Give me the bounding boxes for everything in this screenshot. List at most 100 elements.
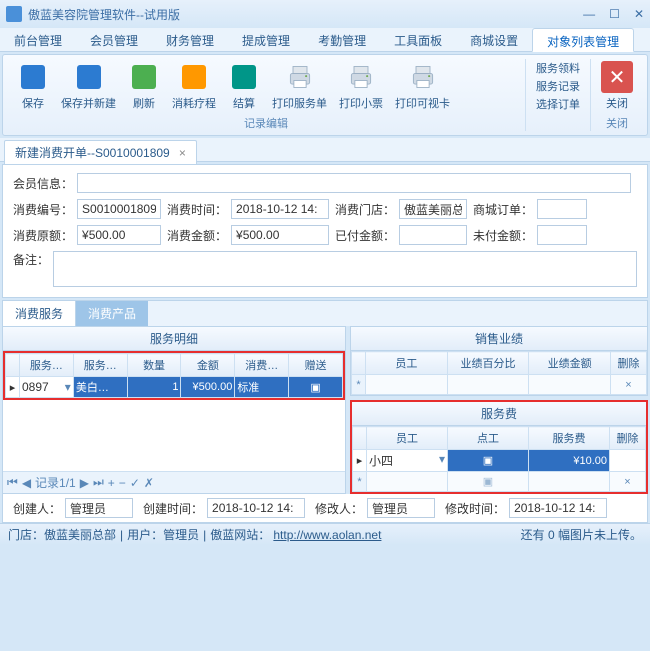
code-input[interactable] [77, 199, 161, 219]
ribbon-btn-6[interactable]: 打印小票 [333, 59, 389, 113]
maximize-button[interactable]: ☐ [609, 7, 620, 21]
detail-pane: 服务明细 服务… 服务… 数量 金额 消费… 赠送 ▸ 0897▾ 美白… 1 … [2, 326, 346, 494]
col-emp[interactable]: 员工 [366, 352, 448, 375]
fee-new-row[interactable]: *▣ × [353, 472, 646, 492]
creator-label: 创建人： [13, 500, 61, 517]
ctime-label: 创建时间： [143, 500, 203, 517]
pager-del[interactable]: − [119, 476, 126, 490]
close-ribbon-button[interactable]: ✕ 关闭 [595, 59, 639, 113]
window-title: 傲蓝美容院管理软件--试用版 [28, 6, 583, 23]
menu-finance[interactable]: 财务管理 [152, 28, 228, 51]
paid-label: 已付金额： [335, 227, 395, 244]
fee-grid[interactable]: 员工 点工 服务费 删除 ▸ 小四▾ ▣ ¥10.00 × *▣ × [352, 426, 646, 492]
sales-grid[interactable]: 员工 业绩百分比 业绩金额 删除 * × [351, 351, 647, 395]
col-service-name[interactable]: 服务… [73, 354, 127, 377]
col-gift[interactable]: 赠送 [289, 354, 343, 377]
document-tab[interactable]: 新建消费开单--S0010001809 × [4, 140, 197, 164]
fee-new-del-button[interactable]: × [610, 472, 646, 492]
pager-cancel[interactable]: ✗ [144, 476, 154, 490]
ribbon-close-title: 关闭 [595, 113, 639, 131]
mall-label: 商城订单： [473, 201, 533, 218]
col-fee-del[interactable]: 删除 [610, 427, 646, 450]
modifier-input[interactable] [367, 498, 435, 518]
member-input[interactable] [77, 173, 631, 193]
app-icon [6, 6, 22, 22]
ribbon-btn-2[interactable]: 刷新 [122, 59, 166, 113]
col-pct[interactable]: 业绩百分比 [447, 352, 529, 375]
footer-row: 创建人： 创建时间： 修改人： 修改时间： [2, 494, 648, 523]
ribbon-text-1[interactable]: 服务记录 [536, 77, 580, 95]
pager-prev[interactable]: ◀ [22, 476, 31, 490]
sales-new-row[interactable]: * × [352, 375, 647, 395]
tab-service[interactable]: 消费服务 [3, 301, 76, 326]
code-label: 消费编号： [13, 201, 73, 218]
pager-add[interactable]: + [108, 476, 115, 490]
creator-input[interactable] [65, 498, 133, 518]
unpaid-label: 未付金额： [473, 227, 533, 244]
fee-header: 服务费 [352, 402, 646, 426]
pager-ok[interactable]: ✓ [130, 476, 140, 490]
col-fee-amt[interactable]: 服务费 [529, 427, 610, 450]
col-fee-emp[interactable]: 员工 [367, 427, 448, 450]
ribbon-text-0[interactable]: 服务领料 [536, 59, 580, 77]
ribbon-btn-0[interactable]: 保存 [11, 59, 55, 113]
menu-member[interactable]: 会员管理 [76, 28, 152, 51]
orig-input[interactable] [77, 225, 161, 245]
paid-input[interactable] [399, 225, 467, 245]
ribbon-group-title: 记录编辑 [11, 113, 521, 131]
ribbon-btn-4[interactable]: 结算 [222, 59, 266, 113]
form-panel: 会员信息： 消费编号： 消费时间： 消费门店： 商城订单： 消费原额： 消费金额… [2, 164, 648, 298]
time-label: 消费时间： [167, 201, 227, 218]
sales-del-button[interactable]: × [611, 375, 647, 395]
ribbon-btn-5[interactable]: 打印服务单 [266, 59, 333, 113]
status-user: 用户：管理员 [127, 526, 199, 543]
menu-mall[interactable]: 商城设置 [456, 28, 532, 51]
col-mode[interactable]: 消费… [235, 354, 289, 377]
menu-attendance[interactable]: 考勤管理 [304, 28, 380, 51]
ribbon-btn-7[interactable]: 打印可视卡 [389, 59, 456, 113]
pager-last[interactable]: ⏭ [93, 475, 104, 490]
ctime-input[interactable] [207, 498, 305, 518]
menu-commission[interactable]: 提成管理 [228, 28, 304, 51]
menu-frontdesk[interactable]: 前台管理 [0, 28, 76, 51]
pager-first[interactable]: ⏮ [7, 475, 18, 490]
col-amount[interactable]: 金额 [181, 354, 235, 377]
minimize-button[interactable]: — [583, 7, 595, 21]
remark-textarea[interactable] [53, 251, 637, 287]
mall-input[interactable] [537, 199, 587, 219]
detail-grid[interactable]: 服务… 服务… 数量 金额 消费… 赠送 ▸ 0897▾ 美白… 1 ¥500.… [5, 353, 343, 398]
mtime-input[interactable] [509, 498, 607, 518]
col-service-code[interactable]: 服务… [20, 354, 74, 377]
fee-pane: 服务费 员工 点工 服务费 删除 ▸ 小四▾ ▣ ¥10.00 × *▣ [350, 400, 648, 494]
time-input[interactable] [231, 199, 329, 219]
document-tab-close-icon[interactable]: × [179, 146, 186, 160]
status-store: 门店：傲蓝美丽总部 [8, 526, 116, 543]
tab-product[interactable]: 消费产品 [76, 301, 148, 326]
menu-object-list[interactable]: 对象列表管理 [532, 28, 634, 52]
fee-del-button[interactable]: × [610, 450, 646, 472]
member-label: 会员信息： [13, 175, 73, 192]
menu-tools[interactable]: 工具面板 [380, 28, 456, 51]
col-fee-pt[interactable]: 点工 [448, 427, 529, 450]
close-button[interactable]: ✕ [634, 7, 644, 21]
amt-input[interactable] [231, 225, 329, 245]
status-site-link[interactable]: http://www.aolan.net [273, 528, 381, 542]
col-del[interactable]: 删除 [611, 352, 647, 375]
status-bar: 门店：傲蓝美丽总部 | 用户：管理员 | 傲蓝网站： http://www.ao… [0, 523, 650, 545]
orig-label: 消费原额： [13, 227, 73, 244]
col-sales-amt[interactable]: 业绩金额 [529, 352, 611, 375]
ribbon-btn-3[interactable]: 消耗疗程 [166, 59, 222, 113]
sales-pane: 销售业绩 员工 业绩百分比 业绩金额 删除 * × [350, 326, 648, 396]
ribbon-btn-1[interactable]: 保存并新建 [55, 59, 122, 113]
remark-label: 备注： [13, 251, 49, 268]
col-qty[interactable]: 数量 [127, 354, 181, 377]
status-site-label: 傲蓝网站： [210, 526, 270, 543]
pager-next[interactable]: ▶ [80, 476, 89, 490]
menu-bar: 前台管理 会员管理 财务管理 提成管理 考勤管理 工具面板 商城设置 对象列表管… [0, 28, 650, 52]
fee-row[interactable]: ▸ 小四▾ ▣ ¥10.00 × [353, 450, 646, 472]
store-input[interactable] [399, 199, 467, 219]
detail-row[interactable]: ▸ 0897▾ 美白… 1 ¥500.00 标准 ▣ [6, 377, 343, 398]
sales-header: 销售业绩 [351, 327, 647, 351]
unpaid-input[interactable] [537, 225, 587, 245]
ribbon-text-2[interactable]: 选择订单 [536, 95, 580, 113]
